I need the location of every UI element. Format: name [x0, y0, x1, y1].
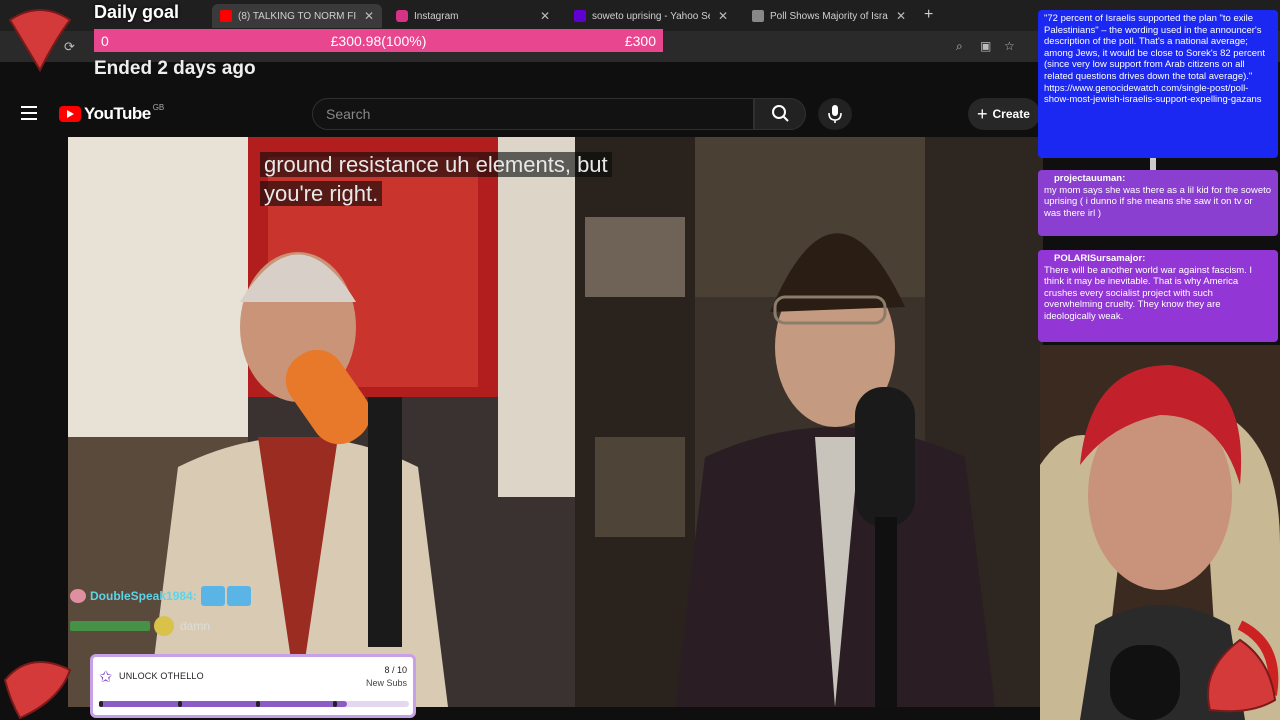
chat-badge-icon [70, 589, 86, 603]
chat-text: my mom says she was there as a lil kid f… [1044, 184, 1272, 219]
region-code: GB [152, 102, 165, 112]
close-tab-icon[interactable]: ✕ [540, 9, 550, 23]
search-input[interactable] [313, 99, 713, 129]
tab-label: Poll Shows Majority of Israelis S [770, 10, 888, 22]
sub-goal-progress-track [99, 701, 409, 707]
progress-tick [178, 701, 182, 707]
yahoo-favicon-icon [574, 10, 586, 22]
chat-text: "72 percent of Israelis supported the pl… [1044, 13, 1265, 106]
star-icon: ✩ [99, 669, 113, 686]
chat-username: projectauuman: [1054, 173, 1126, 184]
chat-message-bubble: projectauuman: my mom says she was there… [1038, 170, 1278, 236]
create-button[interactable]: + Create [968, 98, 1040, 130]
chat-message: DoubleSpeak1984: [70, 586, 251, 606]
video-chat-overlay: DoubleSpeak1984: damn [70, 586, 251, 646]
search-button[interactable] [754, 98, 806, 130]
chili-pepper-icon [8, 9, 72, 73]
progress-tick [256, 701, 260, 707]
chat-connector [1150, 158, 1156, 170]
tab-label: soweto uprising - Yahoo Search [592, 10, 710, 22]
plus-icon: + [977, 103, 988, 124]
youtube-wordmark: YouTube [84, 104, 151, 123]
youtube-play-icon [59, 106, 81, 122]
search-box [312, 98, 754, 130]
goal-progress-text: £300.98(100%) [330, 32, 427, 49]
chat-username: DoubleSpeak1984: [90, 589, 197, 603]
tab-label: (8) TALKING TO NORM FINKELS [238, 10, 356, 22]
search-icon [772, 105, 789, 122]
tab-poll-article[interactable]: Poll Shows Majority of Israelis S ✕ [744, 4, 914, 28]
close-tab-icon[interactable]: ✕ [896, 9, 906, 23]
close-tab-icon[interactable]: ✕ [364, 9, 374, 23]
chat-message-bubble: "72 percent of Israelis supported the pl… [1038, 10, 1278, 158]
chili-pepper-icon [1207, 638, 1277, 713]
smiley-emote-icon [154, 616, 174, 636]
tab-yahoo-search[interactable]: soweto uprising - Yahoo Search ✕ [566, 4, 736, 28]
install-app-icon[interactable]: ▣ [980, 39, 991, 53]
microphone-icon [828, 105, 842, 123]
voice-search-button[interactable] [818, 98, 852, 130]
globe-favicon-icon [752, 10, 764, 22]
daily-goal-title: Daily goal [94, 2, 180, 22]
progress-tick [333, 701, 337, 707]
tab-label: Instagram [414, 10, 459, 22]
stream-chat-column: "72 percent of Israelis supported the pl… [1036, 0, 1280, 350]
sub-goal-count: 8 / 10 [384, 665, 407, 675]
bookmark-star-icon[interactable]: ☆ [1004, 39, 1015, 53]
chat-message: damn [70, 616, 251, 636]
new-tab-icon[interactable]: + [924, 6, 933, 24]
tab-instagram[interactable]: Instagram ✕ [388, 4, 558, 28]
youtube-header: YouTube GB + Create [0, 92, 1040, 136]
chat-username-blurred [70, 621, 150, 631]
host-scene-image [575, 137, 1043, 707]
menu-icon[interactable] [21, 106, 37, 120]
chat-text: There will be another world war against … [1044, 264, 1253, 322]
sub-goal-widget: ✩ UNLOCK OTHELLO 8 / 10 New Subs [90, 654, 416, 718]
waving-hands-emote-icon [226, 586, 251, 606]
chat-username: POLARISursamajor: [1054, 253, 1146, 264]
sub-goal-progress-fill [99, 701, 347, 707]
video-right-host [575, 137, 1043, 707]
goal-status: Ended 2 days ago [94, 58, 256, 79]
instagram-favicon-icon [396, 10, 408, 22]
chat-message-bubble: POLARISursamajor: There will be another … [1038, 250, 1278, 342]
youtube-favicon-icon [220, 10, 232, 22]
closed-captions: ground resistance uh elements, but you'r… [260, 150, 670, 208]
daily-goal-bar: 0 £300.98(100%) £300 [94, 29, 663, 52]
create-label: Create [992, 107, 1030, 121]
tab-youtube[interactable]: (8) TALKING TO NORM FINKELS ✕ [212, 4, 382, 28]
caption-line-2: you're right. [260, 181, 383, 206]
zoom-icon[interactable]: ⌕ [956, 39, 963, 54]
close-tab-icon[interactable]: ✕ [718, 9, 728, 23]
chat-text: damn [180, 619, 211, 633]
waving-hands-emote-icon [200, 586, 225, 606]
sub-goal-label: UNLOCK OTHELLO [119, 671, 204, 681]
chili-pepper-icon [3, 661, 72, 720]
progress-tick [99, 701, 103, 707]
youtube-logo[interactable]: YouTube GB [59, 102, 165, 124]
stream-screen: (8) TALKING TO NORM FINKELS ✕ Instagram … [0, 0, 1280, 720]
sub-goal-unit: New Subs [365, 678, 407, 688]
goal-target-value: £300 [624, 32, 656, 49]
caption-line-1: ground resistance uh elements, but [260, 152, 612, 177]
